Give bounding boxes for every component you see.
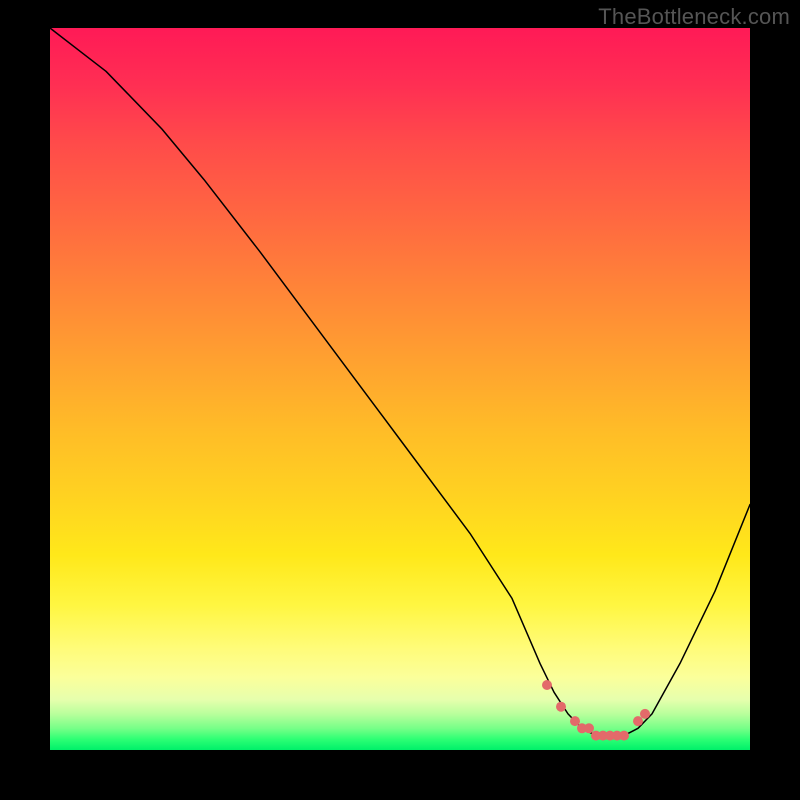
optimal-points	[542, 680, 650, 741]
bottleneck-curve-svg	[50, 28, 750, 750]
optimal-point	[640, 709, 650, 719]
optimal-point	[556, 702, 566, 712]
attribution-label: TheBottleneck.com	[598, 4, 790, 30]
optimal-point	[584, 723, 594, 733]
optimal-point	[633, 716, 643, 726]
chart-container: TheBottleneck.com	[0, 0, 800, 800]
optimal-point	[570, 716, 580, 726]
bottleneck-curve	[50, 28, 750, 736]
optimal-point	[542, 680, 552, 690]
optimal-point	[619, 731, 629, 741]
plot-area	[50, 28, 750, 750]
